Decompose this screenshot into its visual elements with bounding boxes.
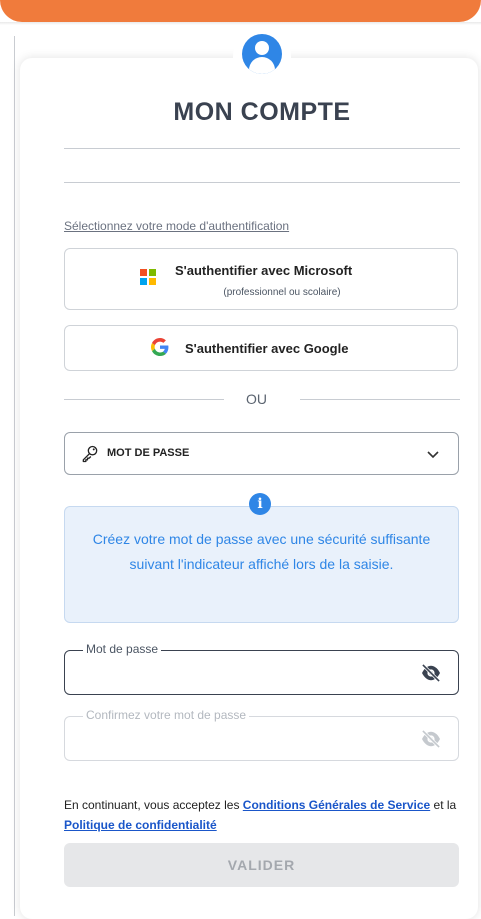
left-divider <box>14 36 15 916</box>
user-icon <box>242 34 282 74</box>
microsoft-auth-label: S'authentifier avec Microsoft <box>175 263 353 278</box>
password-info-box: Créez votre mot de passe avec une sécuri… <box>64 506 459 623</box>
confirm-password-field[interactable]: Confirmez votre mot de passe <box>64 708 459 761</box>
eye-off-icon[interactable] <box>420 730 442 748</box>
avatar <box>233 28 291 86</box>
page-title: MON COMPTE <box>173 98 351 126</box>
key-icon <box>82 445 98 463</box>
google-auth-label: S'authentifier avec Google <box>185 341 349 356</box>
auth-method-value: MOT DE PASSE <box>107 447 190 459</box>
privacy-policy-link[interactable]: Politique de confidentialité <box>64 818 217 832</box>
separator-line-left <box>64 399 224 400</box>
microsoft-auth-sublabel: (professionnel ou scolaire) <box>223 287 341 298</box>
google-logo-icon <box>151 338 169 361</box>
account-card <box>20 58 478 919</box>
password-field[interactable]: Mot de passe <box>64 642 459 695</box>
google-auth-button[interactable]: S'authentifier avec Google <box>64 325 458 371</box>
chevron-down-icon <box>427 451 439 459</box>
terms-text: En continuant, vous acceptez les Conditi… <box>64 798 457 832</box>
separator-label: OU <box>246 391 267 407</box>
auth-mode-label: Sélectionnez votre mode d'authentificati… <box>64 219 290 233</box>
microsoft-auth-button[interactable]: S'authentifier avec Microsoft (professio… <box>64 248 458 310</box>
divider-bottom <box>64 182 460 183</box>
password-field-label: Mot de passe <box>83 642 162 656</box>
password-info-text: Créez votre mot de passe avec une sécuri… <box>92 531 431 572</box>
info-icon: i <box>249 493 271 515</box>
auth-method-select[interactable]: MOT DE PASSE <box>64 432 459 475</box>
confirm-password-field-label: Confirmez votre mot de passe <box>83 708 250 722</box>
top-banner <box>0 0 481 25</box>
separator-line-right <box>300 399 460 400</box>
eye-off-icon[interactable] <box>420 664 442 682</box>
submit-button[interactable]: VALIDER <box>64 843 459 887</box>
divider-top <box>64 148 460 149</box>
microsoft-logo-icon <box>140 269 156 285</box>
terms-of-service-link[interactable]: Conditions Générales de Service <box>243 798 430 812</box>
